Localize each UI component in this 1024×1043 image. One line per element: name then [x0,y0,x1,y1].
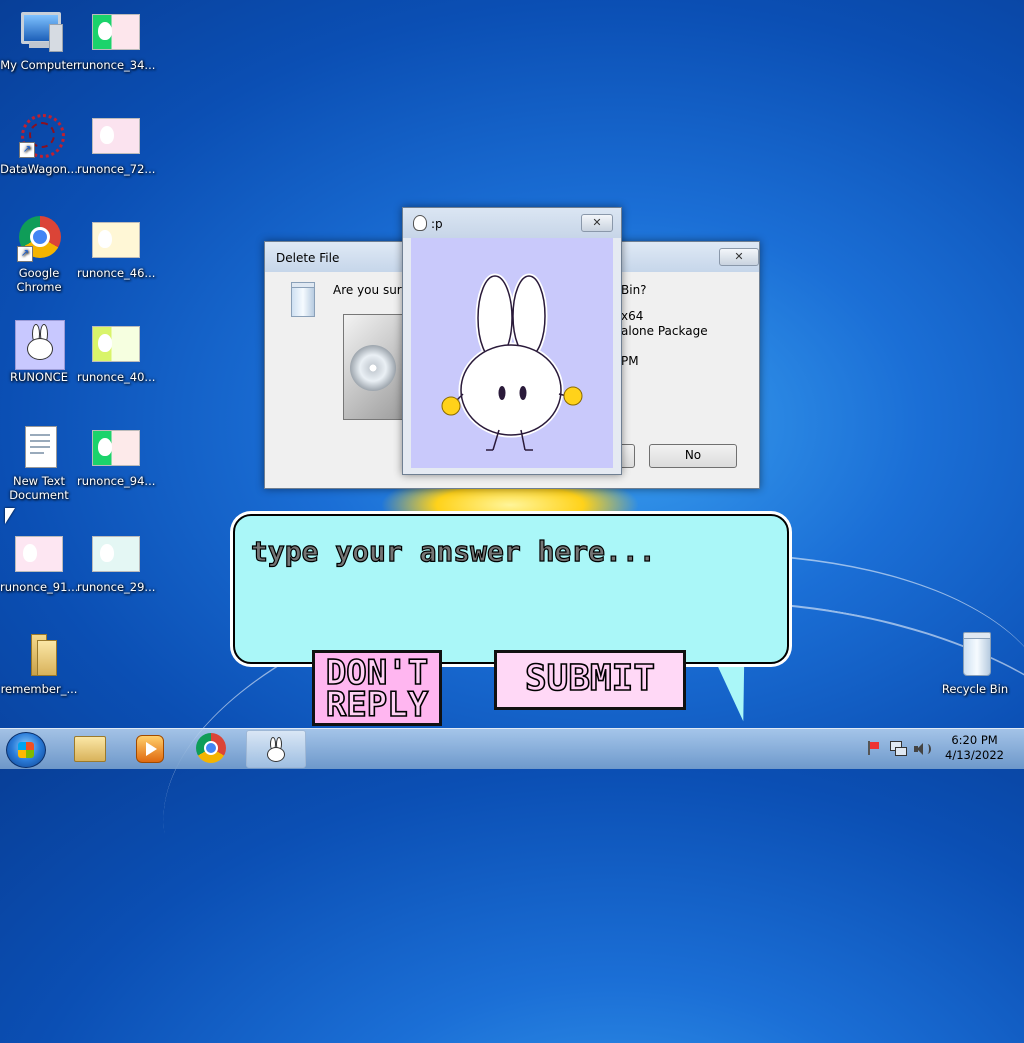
bunny-app-icon [413,215,427,231]
desktop-icon-recycle-bin[interactable]: Recycle Bin [936,632,1014,696]
desktop-icon-runonce-46[interactable]: runonce_46... [77,216,155,280]
dont-reply-line2: REPLY [325,685,429,725]
desktop-icon-label: runonce_40... [77,370,156,384]
windows-logo-icon [18,742,34,758]
clock-time: 6:20 PM [951,733,998,747]
submit-button[interactable]: SUBMIT [494,650,686,710]
desktop-icon-new-text-document[interactable]: New Text Document [0,424,78,502]
folder-icon [15,632,63,680]
taskbar-chrome-button[interactable] [184,730,240,766]
desktop-icon-label: New Text Document [9,474,69,502]
desktop-icon-label: runonce_34... [77,58,156,72]
image-file-icon [92,216,140,264]
bunny-app-icon [15,320,65,370]
start-button[interactable] [6,732,46,768]
bunny-window-title: :p [431,217,443,231]
desktop-icon-label: RUNONCE [10,370,68,384]
taskbar-runonce-button[interactable] [246,730,306,768]
image-file-icon [15,530,63,578]
shortcut-arrow-icon: ↗ [17,246,33,262]
file-name-fragment: x64 [621,309,644,323]
file-type-fragment: alone Package [621,324,708,338]
recycle-bin-icon [289,282,315,317]
desktop-icon-runonce-72[interactable]: runonce_72... [77,112,155,176]
desktop-icon-label: runonce_72... [77,162,156,176]
desktop-icon-label: Recycle Bin [941,682,1009,696]
taskbar-media-player-button[interactable] [122,730,178,766]
desktop-icon-label: My Computer [0,58,78,72]
image-file-icon [92,8,140,56]
volume-icon[interactable] [914,742,931,756]
desktop-icon-runonce-40[interactable]: runonce_40... [77,320,155,384]
folder-icon [74,736,106,762]
bunny-window: :p ✕ [402,207,622,475]
bunny-window-titlebar: :p ✕ [403,208,621,238]
desktop-icon-label: runonce_29... [77,580,156,594]
desktop-icon-my-computer[interactable]: My Computer [0,8,78,72]
desktop-icon-runonce[interactable]: RUNONCE [0,320,78,384]
no-button[interactable]: No [649,444,737,468]
desktop-icon-runonce-91[interactable]: runonce_91... [0,530,78,594]
answer-bubble [233,514,789,664]
clock-date: 4/13/2022 [945,748,1004,762]
network-icon[interactable] [890,741,907,756]
desktop-icon-google-chrome[interactable]: ↗ Google Chrome [0,216,78,294]
mouse-cursor-icon [5,508,15,524]
computer-icon [15,8,63,56]
desktop-icon-datawagon[interactable]: ↗ DataWagon... [0,112,78,176]
image-file-icon [92,112,140,160]
recycle-bin-icon [951,632,999,680]
dialog-question-tail: Bin? [621,283,647,297]
dialog-question: Are you sure [333,283,409,297]
image-file-icon [92,530,140,578]
media-player-icon [136,735,164,763]
dont-reply-button[interactable]: DON'T REPLY [312,650,442,726]
desktop-icon-runonce-29[interactable]: runonce_29... [77,530,155,594]
desktop-icon-label: runonce_94... [77,474,156,488]
date-modified-fragment: PM [621,354,639,368]
desktop-icon-label: runonce_46... [77,266,156,280]
dialog-title: Delete File [276,251,340,265]
image-file-icon [92,320,140,368]
answer-input[interactable] [249,530,773,572]
desktop-icon-runonce-34[interactable]: runonce_34... [77,8,155,72]
desktop-icon-runonce-94[interactable]: runonce_94... [77,424,155,488]
close-button[interactable]: ✕ [719,248,759,266]
desktop-icon-remember[interactable]: remember_... [0,632,78,696]
close-icon: ✕ [734,250,744,263]
desktop-icon-label: Google Chrome [16,266,62,294]
desktop-icon-label: remember_... [0,682,78,696]
datawagon-icon: ↗ [15,112,65,160]
system-clock[interactable]: 6:20 PM 4/13/2022 [945,733,1004,763]
desktop-icon-label: runonce_91... [0,580,79,594]
bunny-image [411,238,613,468]
action-center-flag-icon[interactable] [868,741,880,755]
bunny-drawing [441,273,583,451]
image-file-icon [92,424,140,472]
desktop-icon-label: DataWagon... [0,162,78,176]
shortcut-arrow-icon: ↗ [19,142,35,158]
installer-package-icon [343,314,411,420]
close-button[interactable]: ✕ [581,214,613,232]
bunny-app-icon [265,737,285,762]
taskbar-explorer-button[interactable] [62,730,118,766]
chrome-icon: ↗ [15,216,63,264]
close-icon: ✕ [592,216,602,229]
text-document-icon [15,424,63,472]
chrome-icon [196,733,226,763]
